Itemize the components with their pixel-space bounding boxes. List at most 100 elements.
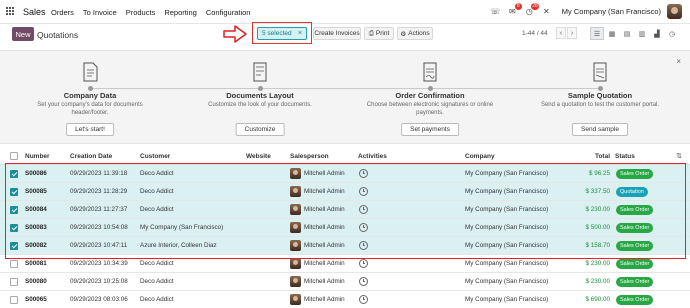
create-invoices-button[interactable]: Create Invoices (313, 27, 361, 40)
activity-clock-icon[interactable] (359, 187, 368, 196)
onboarding-step-company-data: Company Data Set your company's data for… (20, 51, 160, 136)
row-checkbox[interactable] (10, 188, 18, 196)
print-button[interactable]: ⎙ Print (364, 27, 394, 40)
row-checkbox[interactable] (10, 242, 18, 250)
creation-date: 09/29/2023 11:39:18 (70, 170, 128, 177)
company-switcher[interactable]: My Company (San Francisco) (562, 7, 661, 16)
new-button[interactable]: New (12, 27, 34, 41)
pager-next-button[interactable]: › (567, 27, 577, 39)
chat-icon[interactable]: ✉ 8 (507, 3, 522, 17)
row-checkbox[interactable] (10, 260, 18, 268)
lets-start-button[interactable]: Let's start! (66, 123, 114, 136)
column-website[interactable]: Website (246, 153, 271, 160)
salesperson-name: Mitchell Admin (304, 224, 345, 231)
step-description: Send a quotation to test the customer po… (540, 102, 660, 108)
activity-clock-icon[interactable] (359, 223, 368, 232)
activity-clock-icon[interactable]: ◷ 28 (524, 3, 539, 17)
step-title: Company Data (63, 91, 117, 100)
column-creation-date[interactable]: Creation Date (70, 153, 112, 160)
column-salesperson[interactable]: Salesperson (290, 153, 329, 160)
send-sample-button[interactable]: Send sample (572, 123, 628, 136)
actions-button[interactable]: ⚙ Actions (397, 27, 433, 40)
salesperson-name: Mitchell Admin (304, 278, 345, 285)
select-all-checkbox[interactable] (10, 152, 18, 160)
status-badge: Sales Order (616, 241, 654, 251)
customer-name: My Company (San Francisco) (140, 224, 224, 231)
menu-item-configuration[interactable]: Configuration (206, 8, 251, 17)
row-checkbox[interactable] (10, 278, 18, 286)
salesperson-name: Mitchell Admin (304, 170, 345, 177)
activity-clock-icon[interactable] (359, 169, 368, 178)
table-row[interactable]: S00086 09/29/2023 11:39:18 Deco Addict Mitc… (0, 165, 690, 183)
apps-menu-icon[interactable] (6, 7, 15, 16)
column-activities[interactable]: Activities (358, 153, 387, 160)
creation-date: 09/29/2023 08:03:06 (70, 296, 128, 303)
kanban-view-icon[interactable]: ▦ (605, 27, 619, 40)
company-name: My Company (San Francisco) (465, 296, 549, 303)
app-name[interactable]: Sales (23, 7, 46, 17)
set-payments-button[interactable]: Set payments (401, 123, 459, 136)
unselect-all-icon[interactable]: × (298, 30, 302, 37)
menu-item-reporting[interactable]: Reporting (164, 8, 197, 17)
order-total: $ 230.00 (585, 278, 610, 285)
table-row[interactable]: S00080 09/29/2023 10:25:08 Deco Addict Mitc… (0, 273, 690, 291)
column-customer[interactable]: Customer (140, 153, 170, 160)
company-name: My Company (San Francisco) (465, 170, 549, 177)
table-row[interactable]: S00081 09/29/2023 10:34:39 Deco Addict Mitc… (0, 255, 690, 273)
table-row[interactable]: S00084 09/29/2023 11:27:37 Deco Addict Mitc… (0, 201, 690, 219)
pager-value[interactable]: 1-44 / 44 (522, 30, 548, 37)
pivot-view-icon[interactable]: ▥ (635, 27, 649, 40)
salesperson-avatar (290, 204, 301, 215)
column-number[interactable]: Number (25, 153, 50, 160)
activity-view-icon[interactable]: ◷ (665, 27, 679, 40)
customer-name: Deco Addict (140, 188, 174, 195)
column-options-icon[interactable]: ⇅ (676, 152, 682, 160)
status-badge: Sales Order (616, 295, 654, 305)
activity-clock-icon[interactable] (359, 277, 368, 286)
column-total[interactable]: Total (585, 153, 610, 160)
selection-counter[interactable]: 5 selected × (257, 27, 307, 40)
table-row[interactable]: S00085 09/29/2023 11:28:29 Deco Addict Mitc… (0, 183, 690, 201)
onboarding-step-documents-layout: Documents Layout Customize the look of y… (190, 51, 330, 136)
order-number: S00086 (25, 170, 47, 177)
settings-icon[interactable]: ✕ (541, 6, 552, 17)
activity-clock-icon[interactable] (359, 295, 368, 304)
activity-clock-icon[interactable] (359, 259, 368, 268)
salesperson-avatar (290, 294, 301, 305)
row-checkbox[interactable] (10, 206, 18, 214)
menu-item-products[interactable]: Products (126, 8, 156, 17)
annotation-arrow-icon (223, 25, 247, 43)
order-number: S00065 (25, 296, 47, 303)
activity-clock-icon[interactable] (359, 205, 368, 214)
table-row[interactable]: S00083 09/29/2023 10:54:08 My Company (San… (0, 219, 690, 237)
company-name: My Company (San Francisco) (465, 206, 549, 213)
calendar-view-icon[interactable]: ▤ (620, 27, 634, 40)
list-view-icon[interactable]: ☰ (590, 27, 604, 40)
row-checkbox[interactable] (10, 224, 18, 232)
graph-view-icon[interactable]: ▟ (650, 27, 664, 40)
table-row[interactable]: S00082 09/29/2023 10:47:11 Azure Interior,… (0, 237, 690, 255)
company-name: My Company (San Francisco) (465, 278, 549, 285)
step-description: Set your company's data for documents he… (37, 102, 143, 116)
table-row[interactable]: S00065 09/29/2023 08:03:06 Deco Addict Mitc… (0, 291, 690, 308)
user-avatar[interactable] (667, 4, 682, 19)
creation-date: 09/29/2023 11:28:29 (70, 188, 128, 195)
order-number: S00080 (25, 278, 47, 285)
onboarding-panel: Company Data Set your company's data for… (0, 50, 690, 144)
activity-clock-icon[interactable] (359, 241, 368, 250)
send-document-icon (593, 62, 607, 82)
row-checkbox[interactable] (10, 296, 18, 304)
menu-item-orders[interactable]: Orders (51, 8, 74, 17)
customize-button[interactable]: Customize (235, 123, 285, 136)
row-checkbox[interactable] (10, 170, 18, 178)
column-status[interactable]: Status (615, 153, 635, 160)
creation-date: 09/29/2023 11:27:37 (70, 206, 128, 213)
column-company[interactable]: Company (465, 153, 495, 160)
page-title: Quotations (37, 30, 79, 40)
close-icon[interactable]: × (676, 57, 681, 66)
step-description: Choose between electronic signatures or … (366, 102, 494, 116)
menu-item-to-invoice[interactable]: To Invoice (83, 8, 117, 17)
pager-previous-button[interactable]: ‹ (556, 27, 566, 39)
phone-icon[interactable]: ☏ (490, 6, 501, 17)
salesperson-avatar (290, 222, 301, 233)
